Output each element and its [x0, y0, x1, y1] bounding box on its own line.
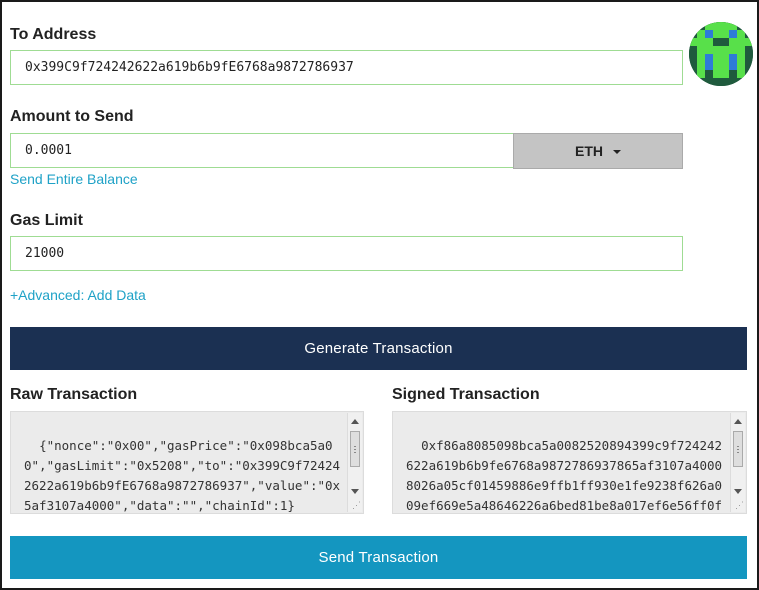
currency-label: ETH — [575, 143, 603, 159]
gas-limit-label: Gas Limit — [10, 212, 83, 229]
generate-transaction-button[interactable]: Generate Transaction — [10, 327, 747, 370]
resize-grip-icon[interactable]: ⋰ — [735, 502, 744, 511]
to-address-label: To Address — [10, 26, 97, 43]
raw-transaction-text: {"nonce":"0x00","gasPrice":"0x098bca5a00… — [24, 438, 341, 513]
send-entire-balance-link[interactable]: Send Entire Balance — [10, 171, 138, 187]
currency-dropdown[interactable]: ETH — [513, 133, 683, 169]
caret-down-icon — [613, 150, 621, 154]
scroll-thumb[interactable] — [733, 431, 743, 467]
signed-transaction-textarea[interactable]: 0xf86a8085098bca5a0082520894399c9f724242… — [392, 411, 747, 514]
resize-grip-icon[interactable]: ⋰ — [352, 502, 361, 511]
amount-label: Amount to Send — [10, 108, 134, 125]
address-identicon — [689, 22, 753, 86]
advanced-add-data-link[interactable]: +Advanced: Add Data — [10, 287, 146, 303]
signed-transaction-label: Signed Transaction — [392, 386, 540, 403]
identicon-icon — [689, 22, 753, 86]
scroll-down-icon[interactable] — [734, 489, 742, 494]
scroll-down-icon[interactable] — [351, 489, 359, 494]
signed-scrollbar[interactable] — [730, 413, 745, 512]
raw-scrollbar[interactable] — [347, 413, 362, 512]
to-address-input[interactable]: 0x399C9f724242622a619b6b9fE6768a98727869… — [10, 50, 683, 85]
amount-input[interactable]: 0.0001 — [10, 133, 514, 168]
send-transaction-button[interactable]: Send Transaction — [10, 536, 747, 579]
gas-limit-value: 21000 — [25, 246, 65, 261]
to-address-value: 0x399C9f724242622a619b6b9fE6768a98727869… — [25, 60, 354, 75]
signed-transaction-text: 0xf86a8085098bca5a0082520894399c9f724242… — [406, 438, 723, 513]
scroll-up-icon[interactable] — [734, 419, 742, 424]
amount-value: 0.0001 — [25, 143, 72, 158]
scroll-thumb[interactable] — [350, 431, 360, 467]
gas-limit-input[interactable]: 21000 — [10, 236, 683, 271]
raw-transaction-label: Raw Transaction — [10, 386, 138, 403]
raw-transaction-textarea[interactable]: {"nonce":"0x00","gasPrice":"0x098bca5a00… — [10, 411, 364, 514]
scroll-up-icon[interactable] — [351, 419, 359, 424]
